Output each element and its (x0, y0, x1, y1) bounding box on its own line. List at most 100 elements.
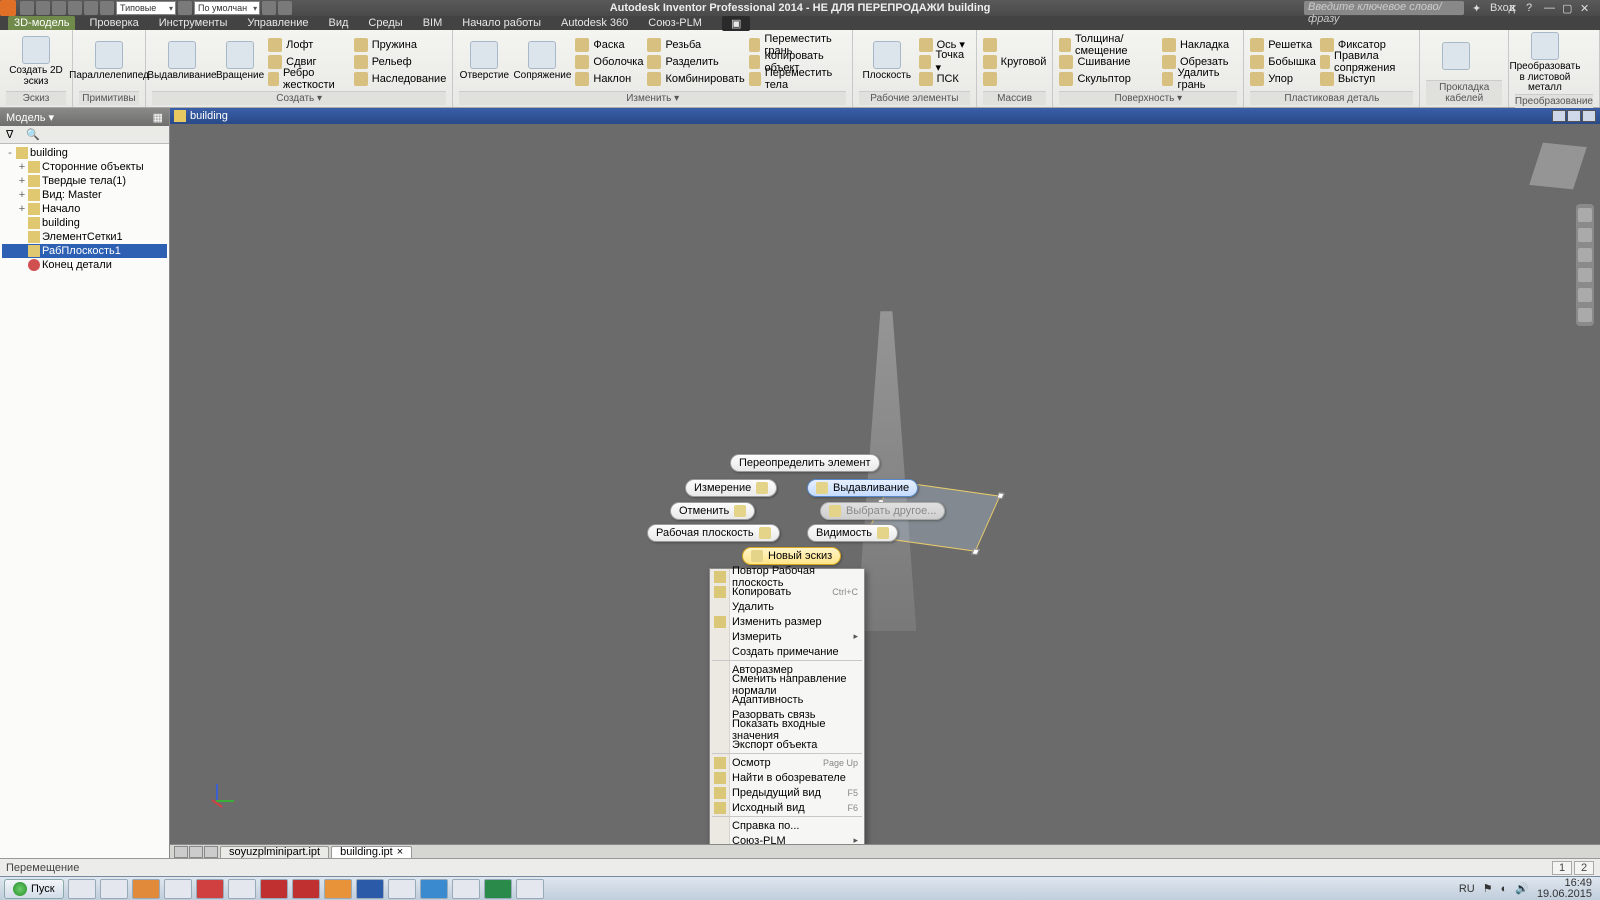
signin-button[interactable]: Вход (1490, 2, 1502, 14)
tb-app3-icon[interactable] (420, 879, 448, 899)
cmd-lip[interactable]: Выступ (1320, 71, 1414, 87)
cmd-shell[interactable]: Оболочка (575, 54, 643, 70)
tb-explorer-icon[interactable] (68, 879, 96, 899)
cmd-extrude[interactable]: Выдавливание (152, 32, 212, 91)
tree-meshelement[interactable]: ЭлементСетки1 (2, 230, 167, 244)
cmd-plane[interactable]: Плоскость (859, 32, 915, 91)
ctx-resize[interactable]: Изменить размер (710, 614, 864, 629)
ctx-prev-view[interactable]: Предыдущий видF5 (710, 785, 864, 800)
cmd-sculpt[interactable]: Скульптор (1059, 71, 1158, 87)
group-label[interactable]: Создать ▾ (152, 91, 446, 105)
help-icon[interactable]: ? (1526, 2, 1538, 14)
cmd-patch[interactable]: Накладка (1162, 37, 1237, 53)
vp-close-icon[interactable] (1582, 110, 1596, 122)
tb-acrobat-icon[interactable] (292, 879, 320, 899)
lang-indicator[interactable]: RU (1459, 883, 1475, 895)
ctx-create-note[interactable]: Создать примечание (710, 644, 864, 659)
qat-undo-icon[interactable] (68, 1, 82, 15)
cmd-point[interactable]: Точка ▾ (919, 54, 970, 70)
ctx-home-view[interactable]: Исходный видF6 (710, 800, 864, 815)
cmd-create-2dsketch[interactable]: Создать 2D эскиз (6, 32, 66, 91)
tb-app2-icon[interactable] (388, 879, 416, 899)
ctx-repeat[interactable]: Повтор Рабочая плоскость (710, 569, 864, 584)
qat-mat-icon[interactable] (178, 1, 192, 15)
ctx-export-object[interactable]: Экспорт объекта (710, 737, 864, 752)
cmd-rectpattern[interactable] (983, 37, 1047, 53)
cmd-convert-sheetmetal[interactable]: Преобразовать в листовой металл (1515, 32, 1575, 94)
qat-redo-icon[interactable] (84, 1, 98, 15)
mm-visibility[interactable]: Видимость (807, 524, 898, 542)
ctx-measure[interactable]: Измерить▸ (710, 629, 864, 644)
app-icon[interactable] (0, 0, 16, 16)
find-icon[interactable]: 🔍 (26, 128, 40, 142)
tree-endofpart[interactable]: Конец детали (2, 258, 167, 272)
cmd-rulefillet[interactable]: Правила сопряжения (1320, 54, 1414, 70)
cmd-hole[interactable]: Отверстие (459, 32, 509, 91)
nav-lookat-icon[interactable] (1578, 288, 1592, 302)
doc-tab-soyuz[interactable]: soyuzplminipart.ipt (220, 846, 329, 858)
tree-solids[interactable]: +Твердые тела(1) (2, 174, 167, 188)
cmd-revolve[interactable]: Вращение (216, 32, 264, 91)
doc-tab-building[interactable]: building.ipt× (331, 846, 412, 858)
doctab-list-icon[interactable] (204, 846, 218, 858)
mm-redefine-element[interactable]: Переопределить элемент (730, 454, 880, 472)
help-search-input[interactable]: Введите ключевое слово/фразу (1304, 1, 1464, 15)
mm-work-plane[interactable]: Рабочая плоскость (647, 524, 780, 542)
tb-app1-icon[interactable] (228, 879, 256, 899)
model-browser-header[interactable]: Модель ▾▦ (0, 108, 169, 126)
qat-style-combo[interactable]: Типовые (116, 1, 176, 15)
tb-pictures-icon[interactable] (516, 879, 544, 899)
cmd-split[interactable]: Разделить (647, 54, 744, 70)
workplane-handle[interactable] (996, 492, 1005, 499)
ctx-help[interactable]: Справка по... (710, 818, 864, 833)
qat-measure-icon[interactable] (278, 1, 292, 15)
panel-options-icon[interactable]: ▦ (153, 111, 163, 124)
cmd-combine[interactable]: Комбинировать (647, 71, 744, 87)
cmd-ucs[interactable]: ПСК (919, 71, 970, 87)
cmd-harness[interactable] (1426, 32, 1486, 80)
canvas-3d[interactable]: Переопределить элемент Измерение Выдавли… (170, 124, 1600, 844)
close-icon[interactable]: ✕ (1580, 2, 1592, 14)
tray-network-icon[interactable]: ◐ (1501, 883, 1508, 895)
tree-thirdparty[interactable]: +Сторонние объекты (2, 160, 167, 174)
cmd-grill[interactable]: Решетка (1250, 37, 1316, 53)
tree-root[interactable]: -building (2, 146, 167, 160)
status-cell-2[interactable]: 2 (1574, 861, 1594, 875)
cmd-coil[interactable]: Пружина (354, 37, 447, 53)
tab-collapse-icon[interactable]: ▣ (722, 16, 751, 31)
tb-excel-icon[interactable] (484, 879, 512, 899)
vp-min-icon[interactable] (1552, 110, 1566, 122)
cmd-emboss[interactable]: Рельеф (354, 54, 447, 70)
tab-env[interactable]: Среды (362, 16, 408, 30)
tb-chrome-icon[interactable] (164, 879, 192, 899)
tab-3dmodel[interactable]: 3D-модель (8, 16, 75, 30)
cmd-chamfer[interactable]: Фаска (575, 37, 643, 53)
viewcube[interactable] (1529, 143, 1587, 190)
qat-open-icon[interactable] (36, 1, 50, 15)
cmd-thread[interactable]: Резьба (647, 37, 744, 53)
ctx-flip-normal[interactable]: Сменить направление нормали (710, 677, 864, 692)
tab-view[interactable]: Вид (323, 16, 355, 30)
tb-paint-icon[interactable] (452, 879, 480, 899)
cmd-rest[interactable]: Упор (1250, 71, 1316, 87)
mm-measure[interactable]: Измерение (685, 479, 777, 497)
nav-orbit-icon[interactable] (1578, 268, 1592, 282)
tab-soyuzplm[interactable]: Союз-PLM (642, 16, 708, 30)
doctab-cascade-icon[interactable] (189, 846, 203, 858)
cmd-circpattern[interactable]: Круговой (983, 54, 1047, 70)
tree-origin[interactable]: +Начало (2, 202, 167, 216)
mm-new-sketch[interactable]: Новый эскиз (742, 547, 841, 565)
tab-close-icon[interactable]: × (397, 846, 403, 858)
tb-firefox-icon[interactable] (132, 879, 160, 899)
tree-view-master[interactable]: +Вид: Master (2, 188, 167, 202)
cmd-box[interactable]: Параллелепипед (79, 32, 139, 91)
filter-icon[interactable]: ∇ (6, 128, 20, 142)
tb-mediaplayer-icon[interactable] (100, 879, 128, 899)
qat-print-icon[interactable] (100, 1, 114, 15)
cmd-thicken[interactable]: Толщина/смещение (1059, 37, 1158, 53)
tb-autocad-icon[interactable] (260, 879, 288, 899)
status-cell-1[interactable]: 1 (1552, 861, 1572, 875)
ctx-find-in-browser[interactable]: Найти в обозревателе (710, 770, 864, 785)
minimize-icon[interactable]: — (1544, 2, 1556, 14)
ctx-delete[interactable]: Удалить (710, 599, 864, 614)
